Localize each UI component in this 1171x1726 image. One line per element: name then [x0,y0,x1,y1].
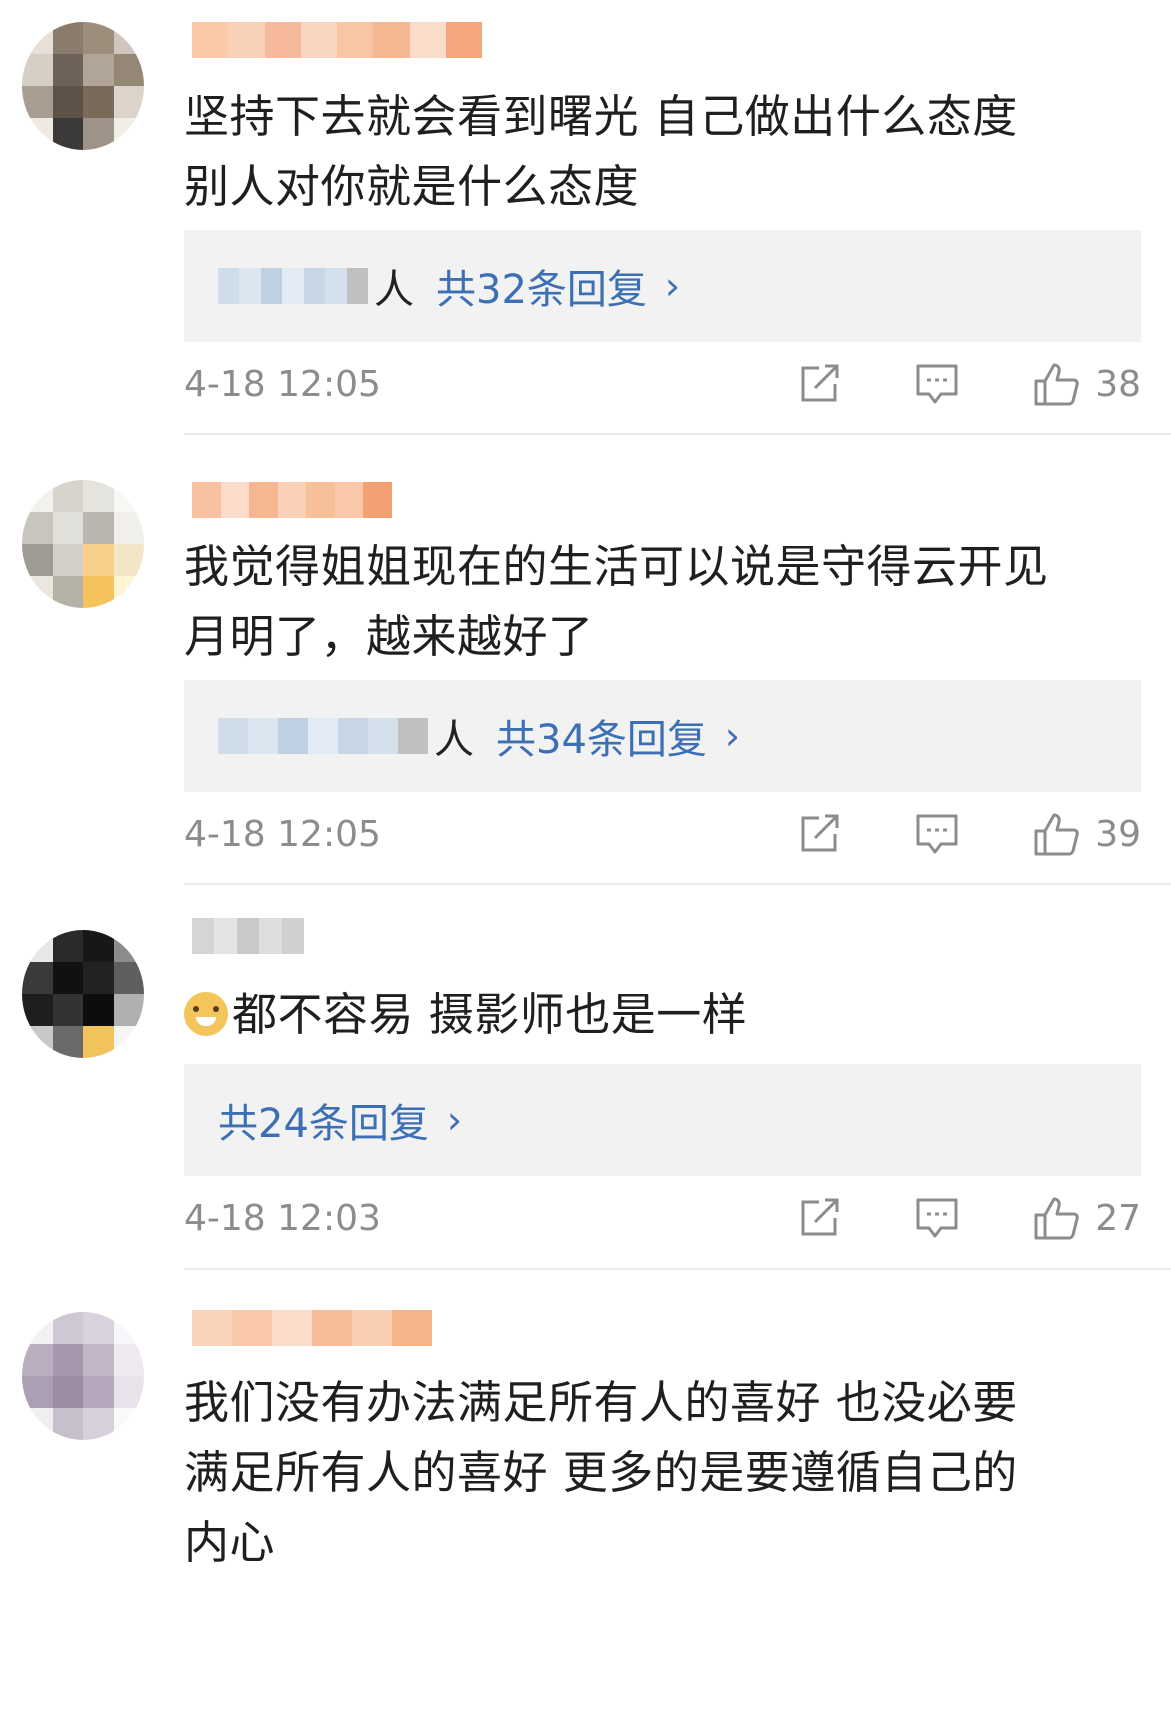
comment-text: 我觉得姐姐现在的生活可以说是守得云开见 月明了，越来越好了 [184,540,1049,663]
divider [184,1268,1171,1270]
comment-icon[interactable] [915,1197,959,1239]
thumbs-up-icon [1034,813,1079,856]
comment-actions: 38 [797,361,1141,407]
comment-text: 坚持下去就会看到曙光 自己做出什么态度 别人对你就是什么态度 [184,90,1018,213]
comment-meta: 4-18 12:05 38 [184,354,1141,414]
avatar[interactable] [22,22,144,150]
reply-people-suffix: 人 [434,717,474,763]
reply-count-link[interactable]: 共32条回复 › [436,257,680,315]
comment-text: 都不容易 摄影师也是一样 [184,980,747,1050]
avatar[interactable] [22,480,144,608]
comment-meta: 4-18 12:03 27 [184,1188,1141,1248]
comment-icon[interactable] [915,813,959,855]
share-icon[interactable] [797,1198,841,1238]
reply-preview[interactable]: 共24条回复 › [184,1064,1141,1176]
like-count: 39 [1095,813,1141,855]
divider [184,883,1171,885]
comment-actions: 39 [797,811,1141,857]
comment-meta: 4-18 12:05 39 [184,804,1141,864]
reply-names-blurred [218,268,368,304]
username-blurred[interactable] [192,482,393,518]
reply-count-link[interactable]: 共24条回复 › [218,1091,462,1149]
comment-icon[interactable] [915,363,959,405]
like-button[interactable]: 39 [1033,811,1141,857]
avatar[interactable] [22,930,144,1058]
like-count: 38 [1095,363,1141,405]
username-blurred[interactable] [192,918,305,954]
reply-people-suffix: 人 [374,267,414,313]
timestamp: 4-18 12:03 [184,1197,381,1239]
like-count: 27 [1095,1197,1141,1239]
share-icon[interactable] [797,364,841,404]
chevron-right-icon: › [664,264,681,308]
share-icon[interactable] [797,814,841,854]
reply-count-link[interactable]: 共34条回复 › [496,707,740,765]
divider [184,433,1171,435]
chevron-right-icon: › [724,714,741,758]
username-blurred[interactable] [192,1310,432,1346]
comment-text: 我们没有办法满足所有人的喜好 也没必要 满足所有人的喜好 更多的是要遵循自己的 … [184,1376,1018,1569]
reply-preview[interactable]: 人 共32条回复 › [184,230,1141,342]
like-button[interactable]: 27 [1033,1195,1141,1241]
chevron-right-icon: › [446,1098,463,1142]
comment-actions: 27 [797,1195,1141,1241]
username-blurred[interactable] [192,22,482,58]
timestamp: 4-18 12:05 [184,363,381,405]
thumbs-up-icon [1034,1197,1079,1240]
reply-names-blurred [218,718,428,754]
thumbs-up-icon [1034,363,1079,406]
avatar[interactable] [22,1312,144,1440]
timestamp: 4-18 12:05 [184,813,381,855]
reply-preview[interactable]: 人 共34条回复 › [184,680,1141,792]
doge-emoji-icon [184,992,228,1036]
like-button[interactable]: 38 [1033,361,1141,407]
